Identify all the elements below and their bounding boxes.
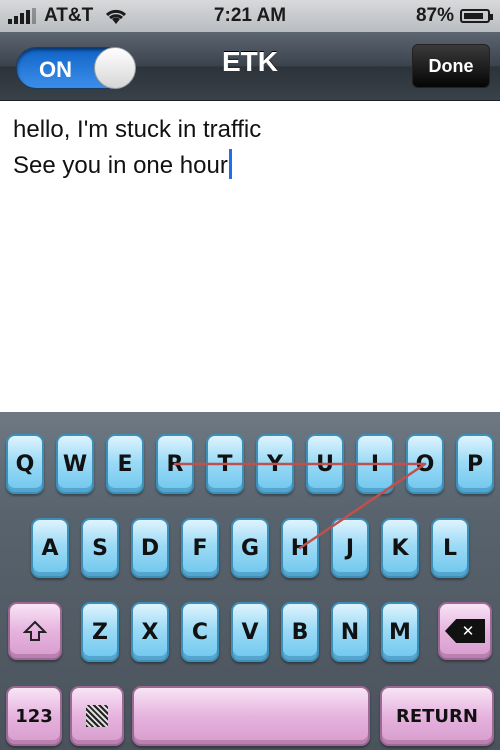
key-d[interactable]: D [131,518,169,578]
key-label: E [117,451,133,477]
key-label: H [290,535,310,561]
delete-key[interactable]: ✕ [438,602,492,660]
key-k[interactable]: K [381,518,419,578]
status-bar: AT&T 7:21 AM 87% [0,0,500,32]
key-j[interactable]: J [331,518,369,578]
key-label: B [291,619,309,645]
key-s[interactable]: S [81,518,119,578]
key-g[interactable]: G [231,518,269,578]
key-n[interactable]: N [331,602,369,662]
message-text-area[interactable]: hello, I'm stuck in traffic See you in o… [0,101,500,412]
key-label: T [217,451,233,477]
key-label: X [141,619,159,645]
key-label: D [140,535,160,561]
numbers-key-label: 123 [15,705,53,727]
key-t[interactable]: T [206,434,244,494]
key-label: J [345,535,355,561]
key-p[interactable]: P [456,434,494,494]
battery-group: 87% [415,5,493,27]
key-v[interactable]: V [231,602,269,662]
key-x[interactable]: X [131,602,169,662]
text-cursor [228,149,232,179]
done-button[interactable]: Done [412,44,490,88]
key-label: L [442,535,458,561]
battery-icon [460,9,493,23]
key-label: O [415,451,435,477]
key-label: S [92,535,108,561]
key-label: Q [15,451,35,477]
key-label: Y [267,451,283,477]
return-key[interactable]: RETURN [380,686,494,746]
key-q[interactable]: Q [6,434,44,494]
key-a[interactable]: A [31,518,69,578]
keyboard: ✕ 123 RETURN Q W E R T Y U I O P A S D F G H J K L Z X C V B N M [0,412,500,750]
key-o[interactable]: O [406,434,444,494]
key-label: W [62,451,88,477]
shift-key[interactable] [8,602,62,660]
message-line-1: hello, I'm stuck in traffic [13,116,262,143]
key-label: M [389,619,411,645]
globe-key[interactable] [70,686,124,746]
key-i[interactable]: I [356,434,394,494]
battery-percent: 87% [415,5,454,26]
key-y[interactable]: Y [256,434,294,494]
backspace-icon: ✕ [445,619,485,643]
key-label: U [316,451,334,477]
key-u[interactable]: U [306,434,344,494]
key-label: A [41,535,59,561]
navigation-bar: ON ETK Done [0,32,500,101]
key-label: N [340,619,360,645]
key-label: V [241,619,259,645]
key-label: I [370,451,380,477]
return-key-label: RETURN [396,705,478,727]
key-h[interactable]: H [281,518,319,578]
key-label: K [391,535,409,561]
key-z[interactable]: Z [81,602,119,662]
key-c[interactable]: C [181,602,219,662]
key-label: P [466,451,484,477]
shift-arrow-icon [23,620,47,641]
key-f[interactable]: F [181,518,219,578]
numbers-key[interactable]: 123 [6,686,62,746]
key-r[interactable]: R [156,434,194,494]
key-label: G [240,535,260,561]
key-label: C [191,619,209,645]
key-m[interactable]: M [381,602,419,662]
key-label: F [192,535,208,561]
key-b[interactable]: B [281,602,319,662]
space-bar[interactable] [132,686,370,746]
key-label: R [166,451,184,477]
message-line-2: See you in one hour [13,149,232,180]
key-label: Z [92,619,108,645]
key-l[interactable]: L [431,518,469,578]
key-e[interactable]: E [106,434,144,494]
key-w[interactable]: W [56,434,94,494]
message-line-2-text: See you in one hour [13,152,228,179]
pattern-icon [86,705,108,727]
